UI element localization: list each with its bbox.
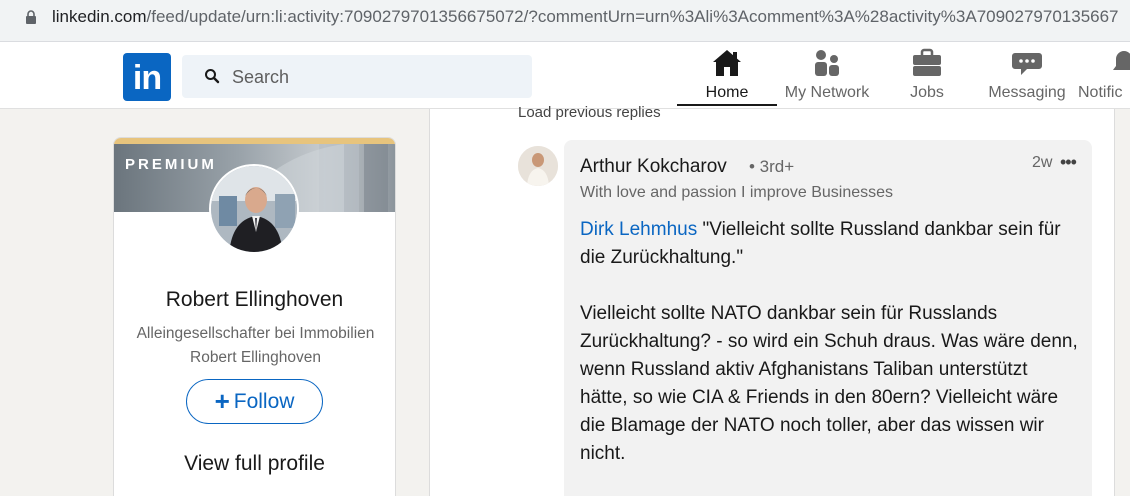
nav-my-network-label: My Network	[784, 84, 870, 101]
network-icon	[815, 50, 839, 76]
linkedin-logo[interactable]: in	[123, 53, 171, 101]
nav-home[interactable]: Home	[677, 48, 777, 106]
url-domain: linkedin.com	[52, 7, 147, 26]
nav-notifications-label: Notific	[1078, 84, 1123, 101]
nav-my-network[interactable]: My Network	[780, 48, 874, 106]
comment-author-tagline: With love and passion I improve Business…	[580, 184, 894, 201]
comment-age: 2w	[1032, 154, 1053, 171]
nav-jobs-label: Jobs	[910, 84, 944, 101]
bell-icon	[1113, 51, 1130, 70]
search-icon	[205, 69, 220, 84]
follow-label: Follow	[233, 390, 295, 413]
view-full-profile-link[interactable]: View full profile	[114, 452, 395, 476]
search-input[interactable]: Search	[182, 55, 532, 98]
load-previous-replies[interactable]: Load previous replies	[518, 104, 661, 121]
connection-degree: • 3rd+	[749, 157, 795, 176]
search-placeholder: Search	[232, 67, 290, 87]
commenter-avatar[interactable]	[518, 146, 558, 186]
feed-panel: Load previous replies Arthur Kokcharov •…	[429, 104, 1115, 496]
nav-jobs[interactable]: Jobs	[896, 48, 958, 106]
nav-messaging-label: Messaging	[988, 84, 1066, 101]
mention-link[interactable]: Dirk Lehmhus	[580, 219, 697, 240]
nav-home-label: Home	[705, 84, 749, 101]
briefcase-icon	[913, 48, 941, 76]
person-photo	[211, 166, 297, 252]
lock-icon	[26, 10, 36, 24]
more-options-icon[interactable]: •••	[1060, 152, 1077, 173]
profile-card: PREMIUM Robert Ellinghoven Alleingesells…	[113, 137, 396, 496]
comment-paragraph: Vielleicht sollte NATO dankbar sein für …	[580, 303, 1078, 464]
address-field[interactable]: linkedin.com/feed/update/urn:li:activity…	[6, 0, 1130, 36]
profile-avatar[interactable]	[209, 164, 299, 254]
follow-button[interactable]: + Follow	[186, 379, 323, 424]
profile-headline: Alleingesellschafter bei Immobilien Robe…	[136, 325, 375, 366]
top-nav: in Search Home My Network Jobs Messaging…	[0, 42, 1130, 109]
browser-address-bar: linkedin.com/feed/update/urn:li:activity…	[0, 0, 1130, 42]
home-icon	[713, 50, 741, 76]
plus-icon: +	[214, 386, 230, 416]
commenter-photo	[518, 146, 558, 186]
nav-messaging[interactable]: Messaging	[984, 48, 1070, 106]
url-text: linkedin.com/feed/update/urn:li:activity…	[52, 7, 1119, 27]
comment-body: Dirk Lehmhus "Vielleicht sollte Russland…	[580, 216, 1080, 468]
comment-author-name[interactable]: Arthur Kokcharov	[580, 156, 727, 178]
premium-badge: PREMIUM	[125, 156, 217, 173]
messaging-icon	[1012, 53, 1042, 75]
url-path: /feed/update/urn:li:activity:70902797013…	[146, 7, 1119, 26]
comment-first-paragraph: Dirk Lehmhus "Vielleicht sollte Russland…	[580, 216, 1080, 272]
comment-bubble: Arthur Kokcharov • 3rd+ 2w ••• With love…	[564, 140, 1092, 496]
nav-notifications[interactable]: Notific	[1078, 48, 1130, 106]
profile-name[interactable]: Robert Ellinghoven	[114, 288, 395, 312]
